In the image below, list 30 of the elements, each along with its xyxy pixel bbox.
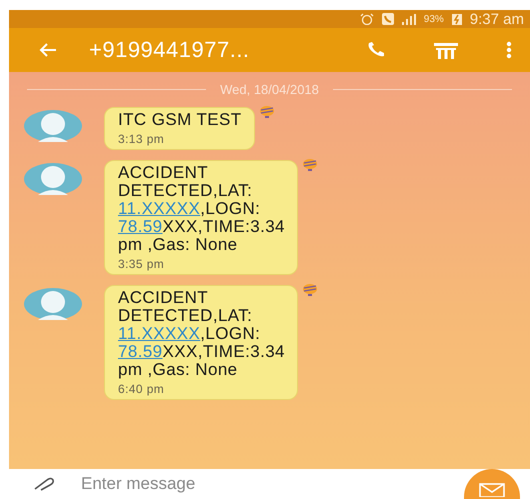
avatar-icon — [24, 110, 82, 142]
clock: 9:37 am — [470, 10, 524, 28]
paperclip-icon[interactable] — [33, 477, 55, 491]
message-input[interactable]: Enter message — [79, 473, 464, 495]
pin-icon — [302, 158, 318, 174]
message-time: 3:13 pm — [118, 132, 166, 146]
pin-icon — [302, 283, 318, 299]
signal-icon — [402, 14, 416, 24]
pin-icon — [258, 105, 274, 121]
message-link[interactable]: 11.XXXXX — [118, 324, 200, 343]
alarm-icon — [360, 13, 374, 25]
message-link[interactable]: 78.59 — [118, 342, 163, 361]
envelope-icon — [479, 483, 505, 497]
avatar-icon — [24, 288, 82, 320]
avatar-icon — [24, 163, 82, 195]
message-text: ITC GSM TEST — [118, 111, 242, 129]
battery-icon — [452, 14, 462, 24]
send-button[interactable] — [464, 469, 520, 499]
message-link[interactable]: 11.XXXXX — [118, 199, 200, 218]
battery-percent: 93% — [424, 14, 444, 24]
phone-icon — [382, 13, 394, 25]
date-divider: Wed, 18/04/2018 — [220, 82, 319, 97]
message-text: ACCIDENT DETECTED,LAT: 11.XXXXX,LOGN: 78.59XXX,TIME:3.34 pm ,Gas: None — [118, 289, 285, 379]
message-link[interactable]: 78.59 — [118, 217, 163, 236]
back-button[interactable] — [37, 41, 59, 59]
message-time: 3:35 pm — [118, 257, 166, 271]
message-text: ACCIDENT DETECTED,LAT: 11.XXXXX,LOGN: 78.59XXX,TIME:3.34 pm ,Gas: None — [118, 164, 285, 254]
message-time: 6:40 pm — [118, 382, 166, 396]
contact-title: +9199441977... — [89, 37, 251, 63]
menu-button[interactable] — [504, 39, 514, 61]
